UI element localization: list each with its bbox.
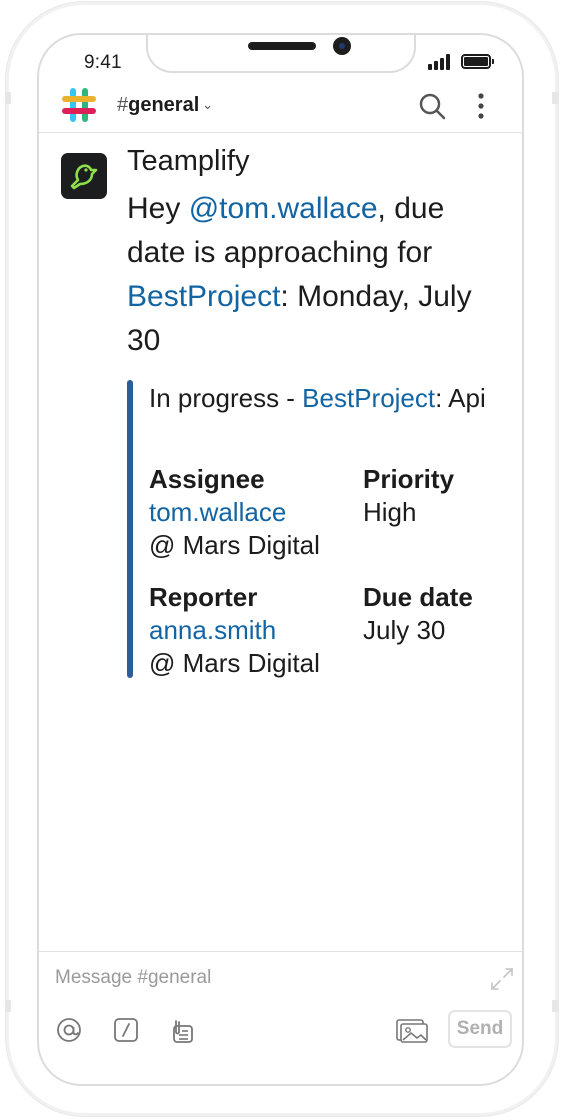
channel-header: #general ⌄ — [39, 81, 522, 133]
attachment-title-suffix: : Api — [435, 383, 486, 413]
phone-screen: 9:41 #general ⌄ Teamplify Hey @tom.walla… — [37, 33, 524, 1086]
project-link[interactable]: BestProject — [127, 280, 280, 313]
message-sender[interactable]: Teamplify — [127, 145, 250, 178]
attachment-title: In progress - BestProject: Api — [149, 380, 489, 417]
priority-value: High — [363, 497, 417, 527]
assignee-org: @ Mars Digital — [149, 530, 320, 560]
message-text: Hey @tom.wallace, due date is approachin… — [127, 187, 507, 363]
app-avatar[interactable] — [61, 153, 107, 199]
reporter-label: Reporter — [149, 582, 258, 612]
due-date-value: July 30 — [363, 615, 446, 645]
task-attachment: In progress - BestProject: Api Assignee … — [127, 380, 507, 680]
due-date-label: Due date — [363, 582, 473, 612]
search-icon[interactable] — [417, 91, 447, 121]
assignee-label: Assignee — [149, 464, 265, 494]
expand-icon[interactable] — [489, 966, 515, 992]
chevron-down-icon: ⌄ — [202, 97, 214, 112]
user-mention-link[interactable]: @tom.wallace — [189, 192, 378, 225]
due-date-field: Due date July 30 — [363, 581, 473, 647]
more-vertical-icon[interactable] — [471, 91, 491, 121]
phone-side-button — [5, 92, 11, 104]
assignee-user-link[interactable]: tom.wallace — [149, 496, 320, 529]
message-input[interactable]: Message #general — [55, 967, 211, 989]
attachment-title-prefix: In progress - — [149, 383, 303, 413]
reporter-org: @ Mars Digital — [149, 648, 320, 678]
signal-icon — [428, 54, 456, 70]
status-time: 9:41 — [84, 52, 122, 73]
front-camera — [333, 37, 351, 55]
assignee-field: Assignee tom.wallace @ Mars Digital — [149, 463, 320, 562]
speaker-grille — [248, 42, 316, 50]
phone-side-button — [552, 1000, 558, 1012]
attachment-file-icon[interactable] — [168, 1016, 196, 1044]
channel-name[interactable]: #general ⌄ — [117, 94, 213, 117]
reporter-user-link[interactable]: anna.smith — [149, 614, 320, 647]
phone-side-button — [5, 1000, 11, 1012]
priority-label: Priority — [363, 464, 455, 494]
priority-field: Priority High — [363, 463, 454, 529]
phone-notch — [146, 35, 416, 73]
attachment-project-link[interactable]: BestProject — [302, 383, 435, 413]
at-sign-icon[interactable] — [55, 1016, 83, 1044]
channel-hash: # — [117, 94, 129, 116]
channel-name-text: general — [128, 94, 200, 116]
teamplify-bird-icon — [70, 164, 98, 190]
message-text-prefix: Hey — [127, 192, 189, 225]
send-button[interactable]: Send — [448, 1010, 512, 1048]
reporter-field: Reporter anna.smith @ Mars Digital — [149, 581, 320, 680]
attachment-color-bar — [127, 380, 133, 678]
slash-command-icon[interactable] — [112, 1016, 140, 1044]
slack-logo-icon — [62, 88, 96, 122]
battery-icon — [461, 54, 494, 69]
message-composer: Message #general Send — [39, 951, 522, 1084]
image-gallery-icon[interactable] — [395, 1016, 429, 1044]
phone-side-button — [552, 92, 558, 104]
